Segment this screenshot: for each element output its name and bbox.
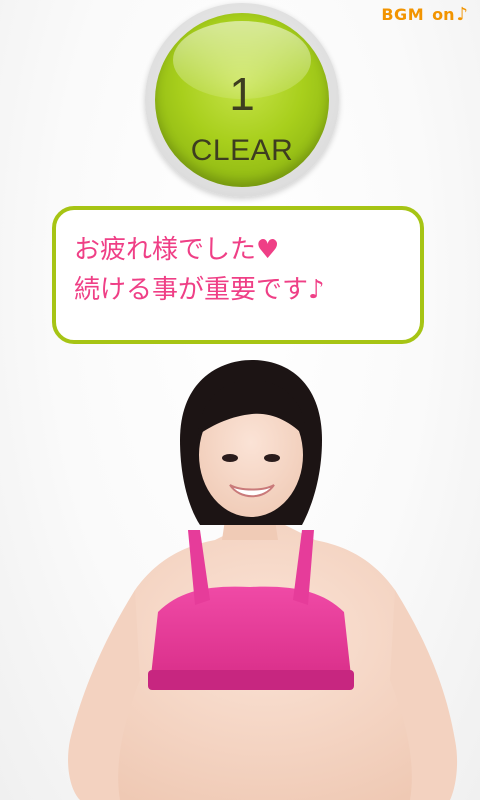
clear-label: CLEAR xyxy=(190,134,294,167)
music-note-icon: ♪ xyxy=(456,4,469,25)
bgm-label: BGM xyxy=(381,5,425,24)
message-line-1: お疲れ様でした♥ xyxy=(74,235,280,265)
instructor-figure xyxy=(68,360,458,800)
figure-right-eye xyxy=(264,454,280,462)
message-box: お疲れ様でした♥ 続ける事が重要です♪ xyxy=(52,206,424,344)
sports-top-band xyxy=(148,670,354,690)
figure-left-eye xyxy=(222,454,238,462)
message-line-2: 続ける事が重要です♪ xyxy=(74,275,325,305)
bgm-state-label: on xyxy=(432,5,455,24)
clear-badge: 1 CLEAR xyxy=(145,3,339,197)
clear-count: 1 xyxy=(229,68,255,120)
clear-badge-inner: 1 CLEAR xyxy=(155,13,329,187)
bgm-toggle-button[interactable]: BGM on ♪ xyxy=(381,4,468,26)
